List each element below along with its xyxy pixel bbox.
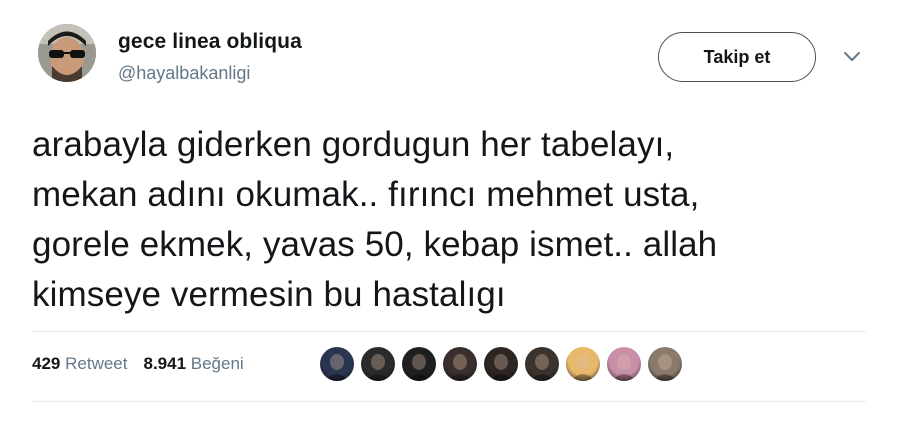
liker-avatar[interactable] bbox=[607, 347, 641, 381]
liker-avatar-image bbox=[366, 354, 390, 381]
follow-button-label: Takip et bbox=[703, 46, 771, 67]
divider-top bbox=[32, 331, 866, 332]
liker-avatars bbox=[320, 347, 689, 381]
liker-avatar[interactable] bbox=[402, 347, 436, 381]
liker-avatar-image bbox=[653, 354, 677, 381]
like-label: Beğeni bbox=[190, 354, 244, 373]
user-avatar[interactable] bbox=[38, 24, 96, 82]
liker-avatar[interactable] bbox=[443, 347, 477, 381]
retweet-count: 429 bbox=[32, 354, 61, 373]
liker-avatar[interactable] bbox=[361, 347, 395, 381]
liker-avatar[interactable] bbox=[525, 347, 559, 381]
like-stat[interactable]: 8.941 Beğeni bbox=[143, 354, 243, 374]
liker-avatar-image bbox=[530, 354, 554, 381]
liker-avatar[interactable] bbox=[320, 347, 354, 381]
liker-avatar-image bbox=[448, 354, 472, 381]
liker-avatar[interactable] bbox=[566, 347, 600, 381]
liker-avatar-image bbox=[571, 354, 595, 381]
liker-avatar-image bbox=[612, 354, 636, 381]
tweet-stats: 429 Retweet 8.941 Beğeni bbox=[32, 354, 260, 374]
retweet-label: Retweet bbox=[65, 354, 128, 373]
divider-bottom bbox=[32, 401, 866, 402]
like-count: 8.941 bbox=[143, 354, 187, 373]
follow-button[interactable]: Takip et bbox=[658, 32, 816, 82]
liker-avatar-image bbox=[325, 354, 349, 381]
tweet-text: arabayla giderken gordugun her tabelayı,… bbox=[32, 125, 718, 314]
liker-avatar-image bbox=[407, 354, 431, 381]
user-handle[interactable]: @hayalbakanligi bbox=[118, 63, 250, 84]
liker-avatar-image bbox=[489, 354, 513, 381]
chevron-down-icon[interactable] bbox=[842, 50, 862, 64]
liker-avatar[interactable] bbox=[648, 347, 682, 381]
user-avatar-image bbox=[38, 24, 96, 82]
display-name[interactable]: gece linea obliqua bbox=[118, 30, 302, 54]
liker-avatar[interactable] bbox=[484, 347, 518, 381]
retweet-stat[interactable]: 429 Retweet bbox=[32, 354, 127, 374]
